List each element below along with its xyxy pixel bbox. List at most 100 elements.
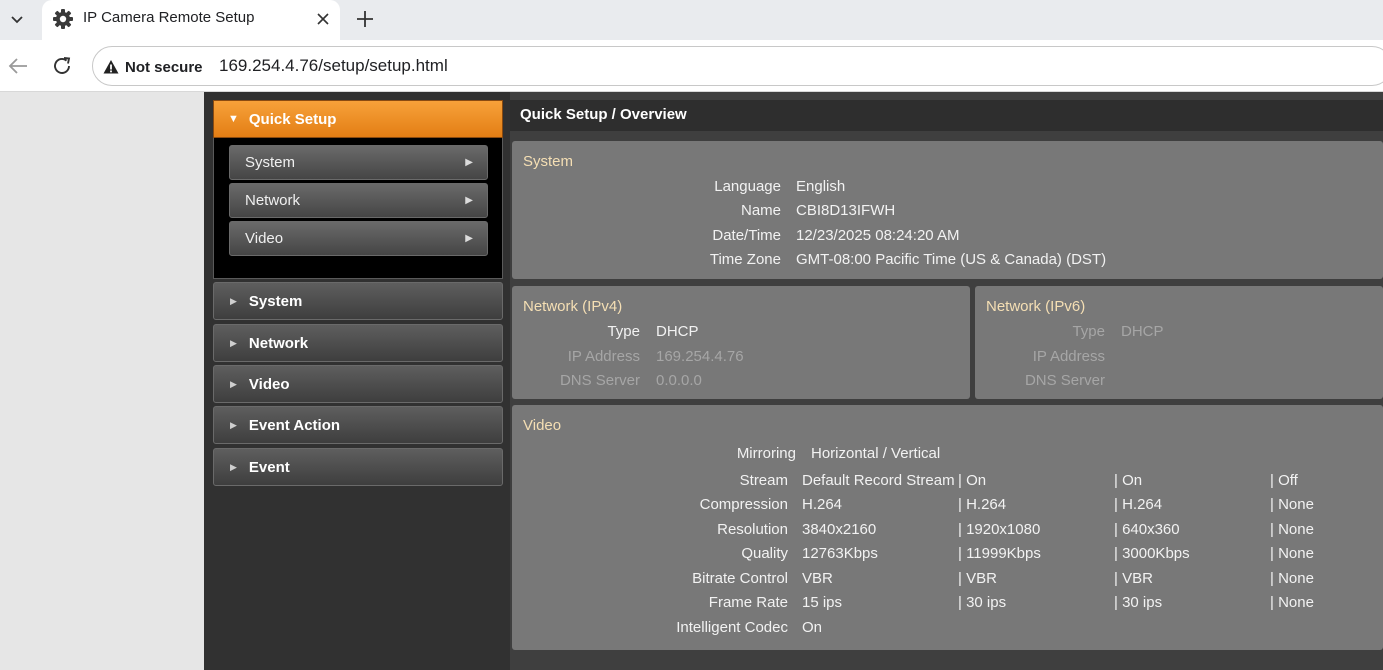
browser-toolbar: Not secure 169.254.4.76/setup/setup.html — [0, 40, 1383, 92]
resolution-value: 3840x2160 — [802, 521, 877, 538]
collapsed-arrow-icon: ▶ — [230, 337, 237, 348]
quick-setup-item-video[interactable]: Video ▶ — [229, 221, 488, 256]
network-ipv6-panel: Network (IPv6) Type DHCP IP Address DNS … — [975, 286, 1383, 399]
intelligent-codec-value: On — [802, 619, 823, 636]
panel-title: System — [523, 153, 574, 170]
resolution-value: | 1920x1080 — [958, 521, 1041, 538]
frame-rate-value: 15 ips — [802, 594, 843, 611]
quick-setup-submenu: System ▶ Network ▶ Video ▶ — [213, 138, 503, 279]
chevron-right-icon: ▶ — [465, 233, 473, 244]
bitrate-control-value: | VBR — [1114, 570, 1153, 587]
field-label: Type — [1072, 323, 1105, 340]
submenu-label: System — [245, 154, 296, 171]
field-label: Stream — [739, 472, 788, 489]
stream-value: | Off — [1270, 472, 1298, 489]
field-label: Name — [740, 202, 781, 219]
browser-tab[interactable]: IP Camera Remote Setup — [42, 0, 340, 40]
sidebar-item-video[interactable]: ▶ Video — [213, 365, 503, 403]
field-label: IP Address — [1032, 348, 1105, 365]
ipv4-dns-value: 0.0.0.0 — [656, 372, 702, 389]
gear-icon — [53, 9, 73, 29]
quality-value: | None — [1270, 545, 1314, 562]
sidebar: ▼ Quick Setup System ▶ Network ▶ Video ▶… — [204, 92, 510, 670]
expanded-arrow-icon: ▼ — [228, 113, 239, 125]
menu-label: Event — [248, 458, 290, 476]
panel-title: Video — [523, 417, 562, 434]
close-tab-button[interactable] — [312, 8, 334, 30]
compression-value: | H.264 — [958, 496, 1007, 513]
field-label: DNS Server — [559, 372, 640, 389]
bitrate-control-value: VBR — [802, 570, 833, 587]
compression-value: | None — [1270, 496, 1314, 513]
field-label: Date/Time — [712, 227, 781, 244]
chevron-right-icon: ▶ — [465, 157, 473, 168]
page-viewport: ▼ Quick Setup System ▶ Network ▶ Video ▶… — [0, 92, 1383, 670]
stream-value: | On — [958, 472, 987, 489]
ipv6-type-value: DHCP — [1121, 323, 1164, 340]
system-panel: System Language English Name CBI8D13IFWH… — [512, 141, 1383, 279]
collapsed-arrow-icon: ▶ — [230, 419, 237, 430]
field-label: Frame Rate — [708, 594, 788, 611]
warning-icon — [103, 60, 119, 74]
bitrate-control-value: | None — [1270, 570, 1314, 587]
field-label: Resolution — [717, 521, 788, 538]
page-title: Quick Setup / Overview — [510, 100, 1383, 131]
submenu-label: Video — [245, 230, 284, 247]
quality-value: 12763Kbps — [802, 545, 878, 562]
sidebar-item-system[interactable]: ▶ System — [213, 282, 503, 320]
quick-setup-item-network[interactable]: Network ▶ — [229, 183, 488, 218]
menu-label: Event Action — [248, 416, 341, 434]
main-content: Quick Setup / Overview System Language E… — [510, 92, 1383, 670]
field-label: Language — [714, 178, 781, 195]
frame-rate-value: | None — [1270, 594, 1314, 611]
address-bar[interactable]: Not secure 169.254.4.76/setup/setup.html — [92, 46, 1383, 86]
new-tab-button[interactable] — [350, 4, 380, 34]
back-arrow-icon — [8, 58, 27, 74]
quick-setup-item-system[interactable]: System ▶ — [229, 145, 488, 180]
not-secure-label: Not secure — [125, 58, 203, 76]
sidebar-quick-setup-header[interactable]: ▼ Quick Setup — [213, 100, 503, 138]
security-indicator[interactable]: Not secure — [103, 57, 203, 77]
date-time-value: 12/23/2025 08:24:20 AM — [796, 227, 960, 244]
field-label: Mirroring — [736, 445, 796, 462]
menu-label: Video — [248, 375, 290, 393]
video-panel: Video Mirroring Horizontal / Vertical St… — [512, 405, 1383, 650]
field-label: Time Zone — [709, 251, 781, 268]
panel-title: Network (IPv6) — [986, 298, 1086, 315]
reload-button[interactable] — [47, 51, 77, 81]
tab-title: IP Camera Remote Setup — [83, 9, 255, 26]
sidebar-item-event[interactable]: ▶ Event — [213, 448, 503, 486]
frame-rate-value: | 30 ips — [958, 594, 1007, 611]
field-label: DNS Server — [1024, 372, 1105, 389]
menu-label: System — [248, 292, 303, 310]
field-label: Bitrate Control — [692, 570, 788, 587]
quality-value: | 3000Kbps — [1114, 545, 1190, 562]
network-ipv4-panel: Network (IPv4) Type DHCP IP Address 169.… — [512, 286, 970, 399]
field-label: Compression — [699, 496, 788, 513]
quick-setup-label: Quick Setup — [248, 110, 337, 128]
field-label: Type — [607, 323, 640, 340]
tab-search-button[interactable] — [2, 4, 32, 34]
ipv4-address-value: 169.254.4.76 — [656, 348, 744, 365]
sidebar-item-event-action[interactable]: ▶ Event Action — [213, 406, 503, 444]
field-label: Quality — [741, 545, 788, 562]
sidebar-item-network[interactable]: ▶ Network — [213, 324, 503, 362]
compression-value: | H.264 — [1114, 496, 1163, 513]
browser-tab-strip: IP Camera Remote Setup — [0, 0, 1383, 40]
collapsed-arrow-icon: ▶ — [230, 295, 237, 306]
back-button[interactable] — [3, 51, 33, 81]
frame-rate-value: | 30 ips — [1114, 594, 1163, 611]
field-label: IP Address — [567, 348, 640, 365]
submenu-label: Network — [245, 192, 301, 209]
quality-value: | 11999Kbps — [958, 545, 1041, 562]
stream-value: Default Record Stream — [802, 472, 955, 489]
stream-value: | On — [1114, 472, 1143, 489]
menu-label: Network — [248, 334, 309, 352]
compression-value: H.264 — [802, 496, 843, 513]
plus-icon — [357, 11, 373, 27]
ipv4-type-value: DHCP — [656, 323, 699, 340]
resolution-value: | None — [1270, 521, 1314, 538]
collapsed-arrow-icon: ▶ — [230, 461, 237, 472]
url-text[interactable]: 169.254.4.76/setup/setup.html — [219, 56, 448, 76]
mirroring-value: Horizontal / Vertical — [811, 445, 941, 462]
